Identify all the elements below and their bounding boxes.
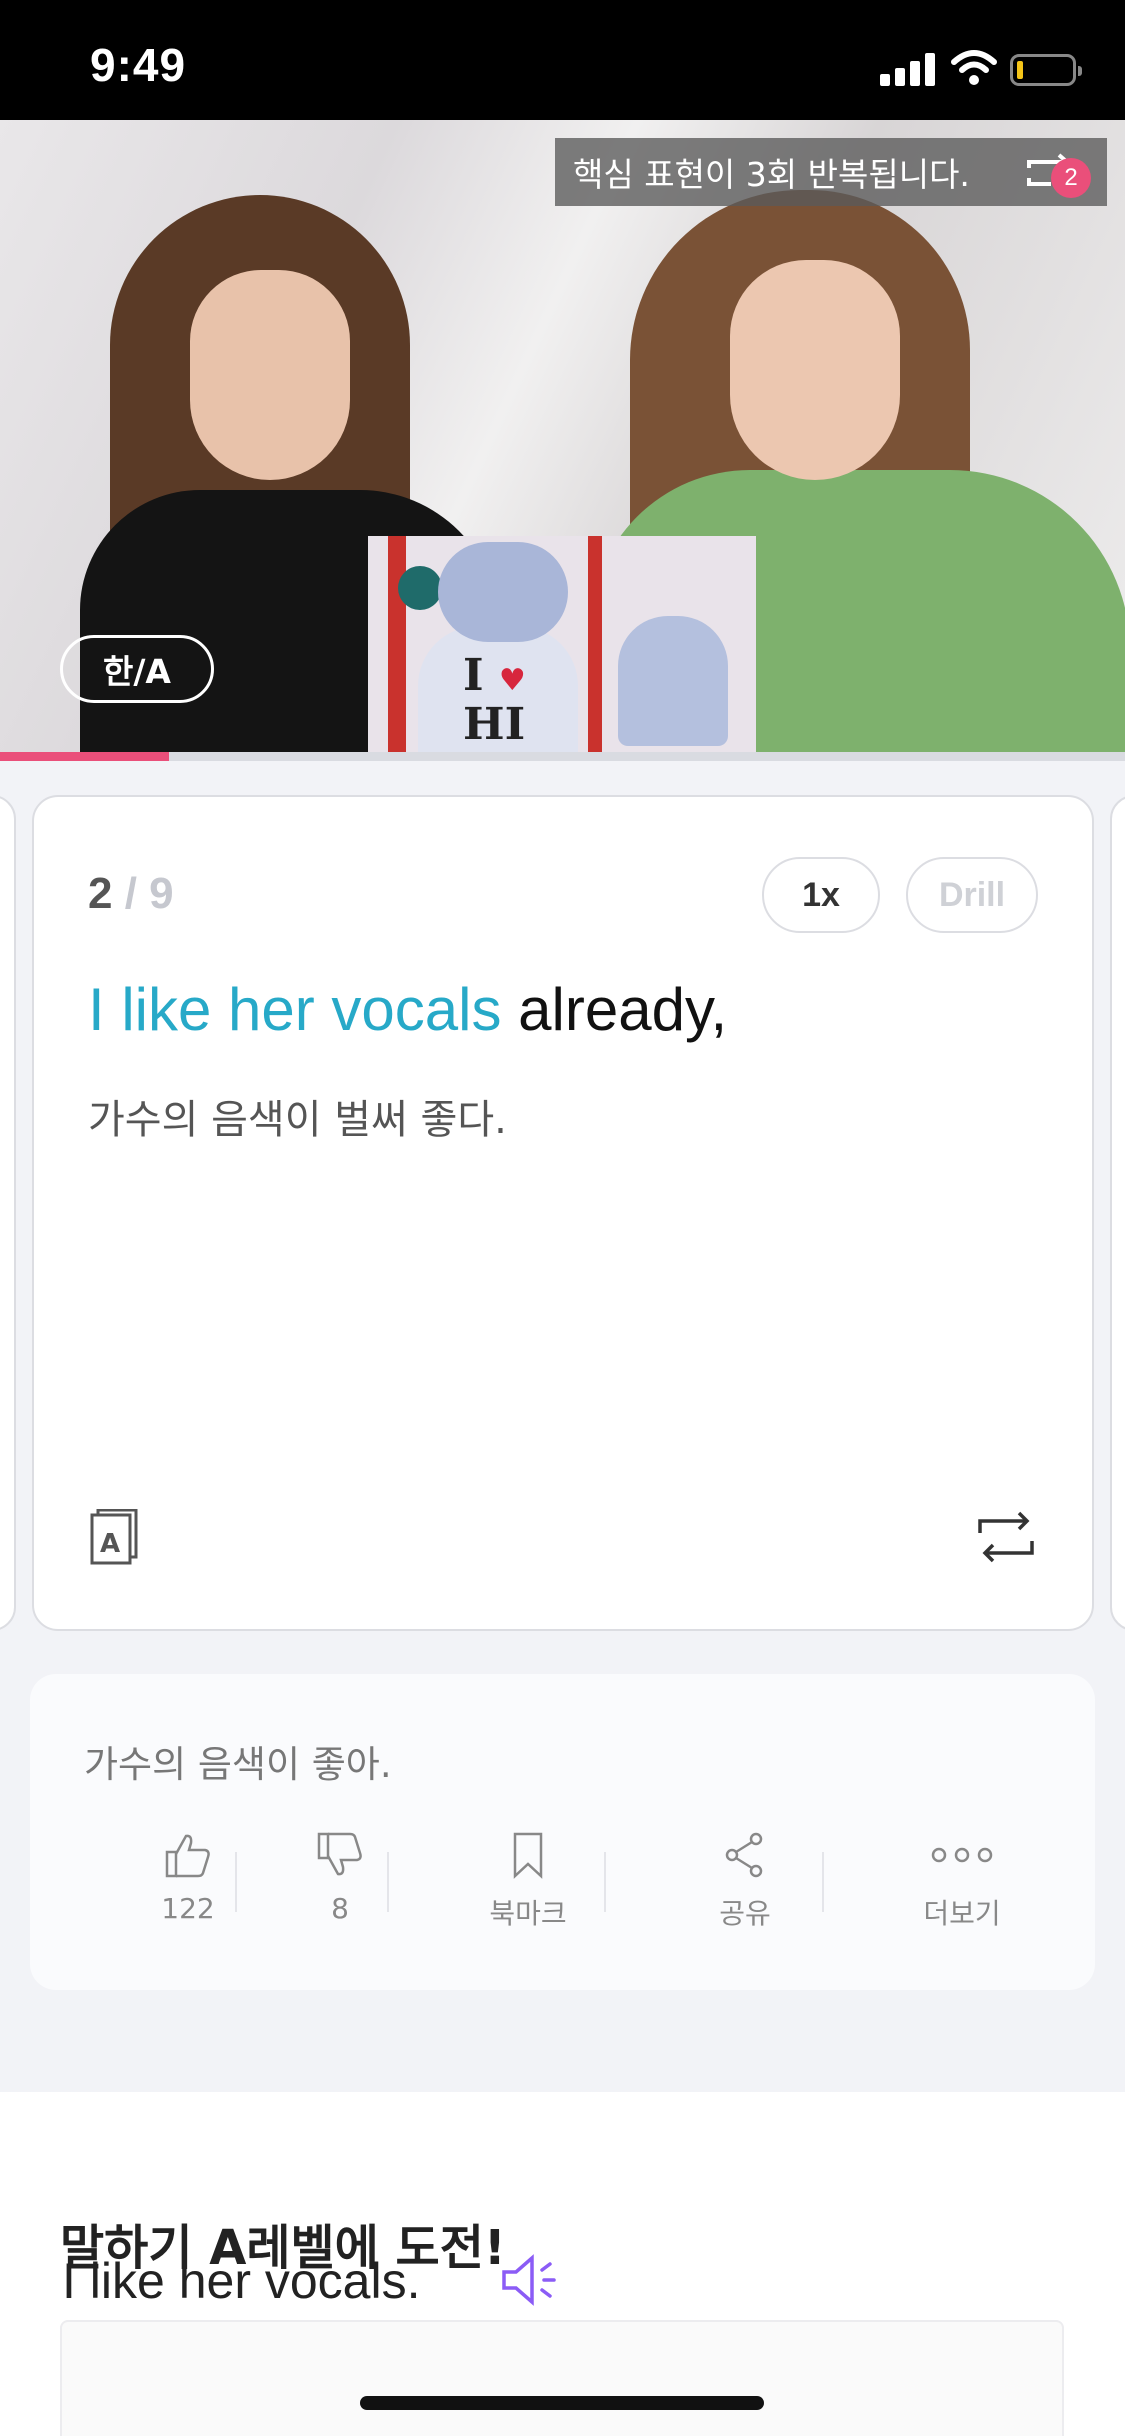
dislike-count: 8 bbox=[331, 1892, 349, 1925]
sentence-remainder: already, bbox=[501, 976, 728, 1043]
speaker-icon[interactable] bbox=[500, 2252, 560, 2308]
share-button[interactable]: 공유 bbox=[675, 1830, 815, 1932]
previous-card-peek[interactable] bbox=[0, 795, 16, 1631]
video-progress-bar[interactable] bbox=[0, 752, 1125, 761]
bear-shirt-graphic: I ♥ HI bbox=[463, 650, 526, 750]
repeat-count-badge: 2 bbox=[1051, 158, 1091, 198]
subtitle-language-toggle[interactable]: 한/A bbox=[60, 635, 214, 703]
share-icon bbox=[725, 1832, 763, 1878]
video-progress-fill bbox=[0, 752, 169, 761]
alt-translation: 가수의 음색이 좋아. bbox=[84, 1743, 392, 1786]
cellular-signal-icon bbox=[880, 52, 936, 86]
more-label: 더보기 bbox=[923, 1897, 1001, 1930]
next-card-peek[interactable] bbox=[1110, 795, 1125, 1631]
speaking-practice-card[interactable] bbox=[60, 2320, 1064, 2436]
repeat-banner: 핵심 표현이 3회 반복됩니다. 2 bbox=[555, 138, 1107, 206]
sentence-card: 2 / 9 1x Drill I like her vocals already… bbox=[32, 795, 1094, 1631]
bookmark-label: 북마크 bbox=[489, 1897, 567, 1930]
like-count: 122 bbox=[161, 1892, 215, 1925]
like-button[interactable]: 122 bbox=[118, 1830, 258, 1925]
dislike-button[interactable]: 8 bbox=[270, 1830, 410, 1925]
korean-translation: 가수의 음색이 벌써 좋다. bbox=[88, 1097, 507, 1143]
wifi-icon bbox=[951, 50, 997, 85]
battery-icon bbox=[1010, 54, 1082, 86]
bookmark-icon bbox=[513, 1832, 543, 1879]
card-counter: 2 / 9 bbox=[88, 869, 174, 919]
repeat-banner-text: 핵심 표현이 3회 반복됩니다. bbox=[573, 155, 970, 194]
playback-speed-button[interactable]: 1x bbox=[762, 857, 880, 933]
counter-current: 2 bbox=[88, 869, 113, 918]
thumbs-up-icon bbox=[165, 1834, 210, 1878]
counter-separator: / bbox=[112, 869, 150, 918]
more-icon bbox=[931, 1847, 993, 1863]
translation-panel: 가수의 음색이 좋아. 122 8 북마크 공유 더보기 bbox=[30, 1674, 1095, 1990]
more-button[interactable]: 더보기 bbox=[892, 1830, 1032, 1932]
thumbs-down-icon bbox=[317, 1832, 362, 1876]
loop-icon[interactable] bbox=[974, 1509, 1038, 1565]
counter-total: 9 bbox=[149, 869, 174, 918]
drill-button[interactable]: Drill bbox=[906, 857, 1038, 933]
share-label: 공유 bbox=[719, 1897, 771, 1930]
speaking-challenge-section: 말하기 A레벨에 도전! I like her vocals. bbox=[0, 2092, 1125, 2436]
key-expression[interactable]: I like her vocals bbox=[88, 976, 502, 1043]
dictionary-icon[interactable]: A bbox=[86, 1509, 142, 1569]
bookmark-button[interactable]: 북마크 bbox=[458, 1830, 598, 1932]
status-time: 9:49 bbox=[90, 39, 187, 91]
video-inset-clip: I ♥ HI bbox=[368, 536, 756, 752]
status-bar: 9:49 bbox=[0, 0, 1125, 120]
practice-sentence: I like her vocals. bbox=[62, 2253, 421, 2309]
english-sentence: I like her vocals already, bbox=[88, 975, 727, 1044]
svg-text:A: A bbox=[100, 1529, 120, 1559]
home-indicator[interactable] bbox=[360, 2396, 764, 2410]
